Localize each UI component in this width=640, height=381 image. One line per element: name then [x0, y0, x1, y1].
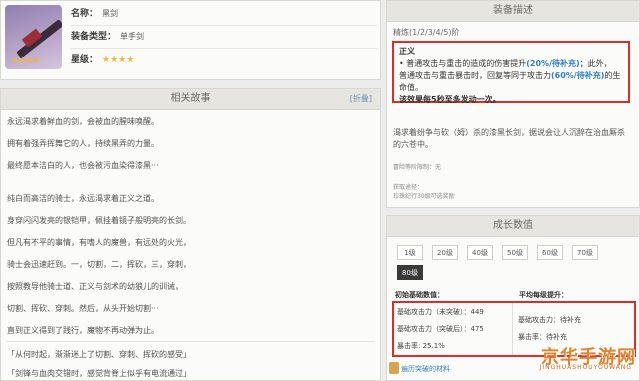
growth-title: 成长数值 [493, 220, 533, 231]
story-header: 相关故事 [折叠] [1, 89, 380, 110]
desc-header: 装备描述 [387, 1, 639, 22]
effect-line-1: • 普通攻击与重击的造成的伤害提升(20%/待补充)；此外， [399, 58, 623, 70]
avg-header: 平均每级提升： [519, 291, 568, 299]
story-line: 直到正义得到了践行，魔物不再动弹为止。 [7, 326, 159, 335]
effect-value: (20%/待补充) [526, 59, 580, 68]
avg-atk: 基础攻击力：待补充 [518, 316, 581, 324]
star-label: 星级： [71, 55, 99, 65]
break-info: 冒险等阶限制：无 [393, 164, 442, 171]
effect-text: • 普通攻击与重击的造成的伤害提升 [399, 59, 527, 68]
story-line: 纯白而高洁的骑士，永远渴求着正义之道。 [7, 194, 159, 203]
flavor-text: 渴求着纷争与砍（姆）杀的漆黑长剑，据说会让人沉醉在治血厮杀的六苍中。 [393, 128, 625, 149]
star-row: 星级： ★★★★ [71, 49, 377, 71]
level-tab-selected[interactable]: 80级 [397, 265, 423, 280]
refine-levels: 精炼(1/2/3/4/5)阶 [393, 28, 460, 37]
source-label: 获取途径： [393, 184, 424, 191]
base-atk-post: 基础攻击力（突破后）：475 [397, 325, 484, 333]
story-panel: 相关故事 [折叠] 永远渴求着鲜血的剑，会被血的腥味唤醒。 拥有着强弄挥舞它的人… [0, 88, 381, 381]
material-link[interactable]: 遍历突破的材料 [401, 364, 450, 374]
story-line: 按照教导他骑士道、正义与剑术的幼狼儿的训诫， [7, 282, 183, 291]
story-line: 拥有着强弄挥舞它的人，持续黑弄的力量。 [7, 139, 159, 148]
passive-effect-box: 正义 • 普通攻击与重击的造成的伤害提升(20%/待补充)；此外， 普通攻击与重… [392, 41, 630, 104]
story-line: 但凡有不平的事情，有嗜人的魔兽，有远处的火光， [7, 238, 191, 247]
site-watermark: 京华手游网 JINGHUASHOUYOUWANG [506, 343, 636, 371]
weapon-portrait: ★★★★ [5, 5, 62, 69]
name-value: 黑剑 [102, 9, 119, 18]
story-line: 身穿闪闪发亮的银铠甲，佩挂着镜子般明亮的长剑。 [7, 216, 191, 225]
name-label: 名称： [71, 9, 99, 19]
material-icon [389, 362, 399, 374]
level-tab[interactable]: 60级 [537, 245, 563, 260]
level-tab[interactable]: 50级 [502, 245, 528, 260]
story-line: 「剑锋与血肉交错时，感觉背脊上似乎有电流通过」 [7, 369, 191, 378]
story-line: 「从何时起，渐渐迷上了切割、穿刺、挥砍的感受」 [7, 350, 191, 359]
watermark-sub: JINGHUASHOUYOUWANG [539, 364, 632, 371]
star-value: ★★★★ [102, 55, 135, 65]
desc-title: 装备描述 [493, 5, 533, 16]
avg-crit: 暴击率：待补充 [518, 333, 567, 341]
story-title: 相关故事 [170, 93, 211, 104]
name-row: 名称： 黑剑 [71, 3, 377, 26]
level-tab[interactable]: 70级 [572, 245, 598, 260]
level-tab[interactable]: 20级 [432, 245, 458, 260]
type-row: 装备类型： 单手剑 [71, 26, 377, 49]
level-tab[interactable]: 40级 [467, 245, 493, 260]
growth-header: 成长数值 [387, 216, 639, 237]
fold-link[interactable]: [折叠] [350, 89, 372, 109]
effect-value: (60%/待补充) [551, 71, 605, 80]
story-divider [7, 341, 375, 342]
crit-rate: 暴击率: 25.1% [397, 342, 445, 350]
effect-text: 普通攻击与重击暴击时，回复等同于攻击力 [399, 71, 551, 80]
effect-line-2: 普通攻击与重击暴击时，回复等同于攻击力(60%/待补充)的生命值。 [399, 70, 623, 94]
equipment-description-panel: 装备描述 精炼(1/2/3/4/5)阶 正义 • 普通攻击与重击的造成的伤害提升… [386, 0, 640, 208]
effect-text: ；此外， [579, 59, 612, 68]
story-line: 切割、挥砍、穿刺。然后，从头开始切割··· [7, 304, 159, 313]
level-tab[interactable]: 1级 [397, 245, 423, 260]
story-line: 最终愿本洁白的人，也会被污血染得漆黑··· [7, 161, 159, 170]
effect-title: 正义 [399, 47, 415, 56]
source-value: 珍珠纪行30级可选奖励 [393, 193, 455, 200]
story-line: 骑士会迅速赶到。一，切割，二，挥砍，三，穿刺， [7, 260, 191, 269]
weapon-info-panel: ★★★★ 名称： 黑剑 装备类型： 单手剑 星级： ★★★★ [0, 0, 381, 80]
base-atk-pre: 基础攻击力（未突破）：449 [397, 308, 484, 316]
type-value: 单手剑 [120, 32, 145, 41]
story-line: 永远渴求着鲜血的剑，会被血的腥味唤醒。 [7, 117, 159, 126]
portrait-stars: ★★★★ [11, 56, 40, 66]
effect-line-3: 该效果每5秒至多发动一次。 [399, 95, 501, 104]
type-label: 装备类型： [71, 32, 117, 42]
base-header: 初始基础数值： [395, 291, 444, 299]
